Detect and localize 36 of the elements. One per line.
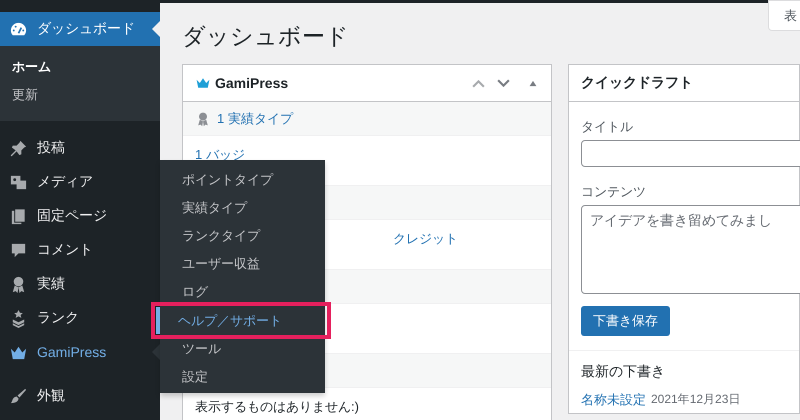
sidebar-item[interactable]: 実績	[0, 267, 160, 301]
flyout-menu-item[interactable]: 設定	[160, 363, 325, 391]
achievement-type-link[interactable]: 1 実績タイプ	[217, 110, 293, 128]
flyout-menu-item[interactable]: ヘルプ／サポート	[156, 307, 325, 334]
draft-date: 2021年12月23日	[651, 391, 740, 408]
sidebar-item[interactable]: ダッシュボード	[0, 12, 160, 46]
flyout-menu-item[interactable]: ユーザー収益	[160, 250, 325, 278]
credit-link[interactable]: クレジット	[393, 230, 458, 248]
badge-link[interactable]: 1 バッジ	[195, 146, 245, 164]
flyout-menu-item[interactable]: ポイントタイプ	[160, 166, 325, 194]
pin-icon	[9, 138, 28, 158]
save-draft-button[interactable]: 下書き保存	[581, 306, 670, 336]
empty-message: 表示するものはありません:)	[195, 398, 359, 416]
pages-icon	[9, 206, 28, 226]
sidebar-item[interactable]: メディア	[0, 165, 160, 199]
sidebar-item[interactable]: コメント	[0, 233, 160, 267]
content-input-field[interactable]: アイデアを書き留めてみまし	[581, 205, 800, 294]
submenu-item[interactable]: ホーム	[0, 53, 160, 81]
flyout-menu-item[interactable]: ツール	[160, 335, 325, 363]
sidebar-item[interactable]: 外観	[0, 379, 160, 413]
recent-drafts-heading: 最新の下書き	[581, 363, 666, 381]
submenu-item[interactable]: 更新	[0, 81, 160, 109]
flyout-menu-item[interactable]: ランクタイプ	[160, 222, 325, 250]
field-label: コンテンツ	[581, 183, 646, 201]
flyout-menu-item[interactable]: 実績タイプ	[160, 194, 325, 222]
sidebar-item[interactable]: 固定ページ	[0, 199, 160, 233]
screen-options-button[interactable]: 表	[768, 0, 800, 31]
page-title: ダッシュボード	[182, 22, 349, 51]
draft-link[interactable]: 名称未設定	[581, 391, 646, 409]
flyout-menu-item[interactable]: ログ	[160, 278, 325, 306]
sidebar-item[interactable]: 投稿	[0, 131, 160, 165]
brush-icon	[9, 386, 28, 406]
title-input-field[interactable]	[581, 140, 800, 167]
field-label: タイトル	[581, 118, 633, 136]
widget-title: クイックドラフト	[581, 74, 693, 92]
widget-title: GamiPress	[215, 75, 288, 91]
